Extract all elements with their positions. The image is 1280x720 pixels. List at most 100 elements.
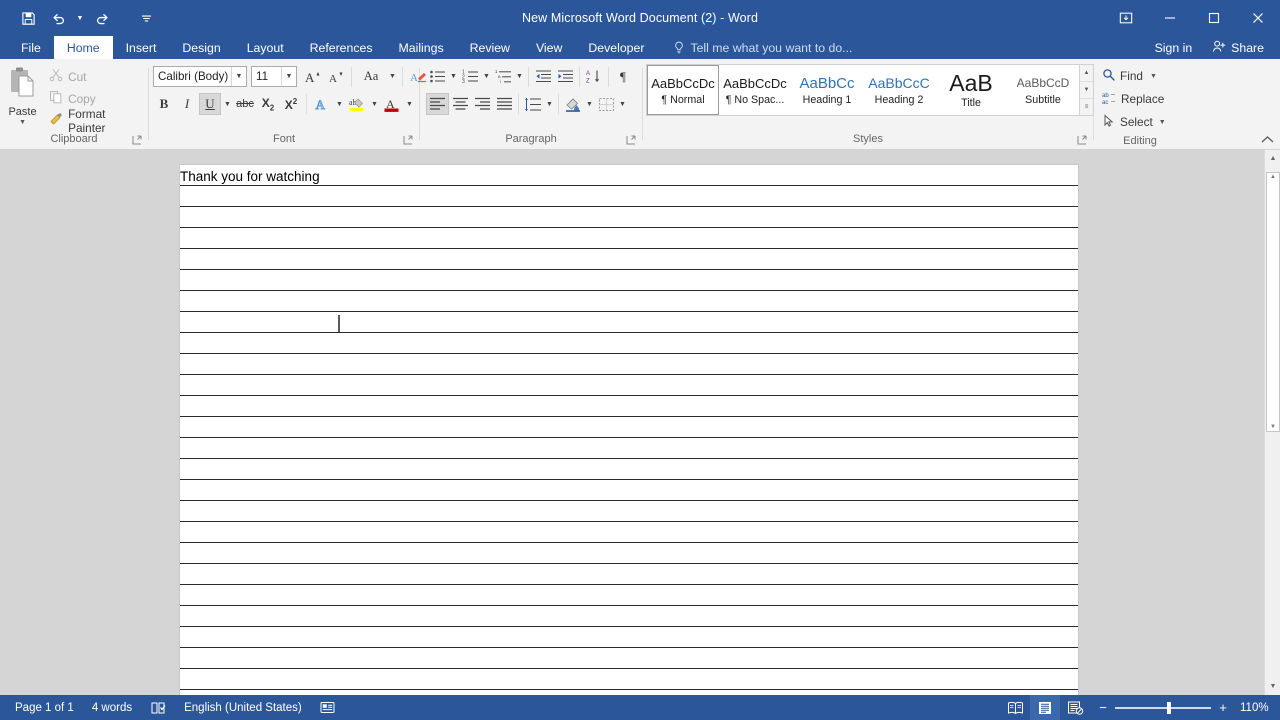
zoom-level-button[interactable]: 110% [1236,702,1272,714]
increase-indent-button[interactable] [554,66,576,88]
close-icon[interactable] [1236,0,1280,36]
bold-button[interactable]: B [153,93,175,115]
tab-mailings[interactable]: Mailings [386,36,457,59]
document-line[interactable] [180,585,1078,606]
tab-file[interactable]: File [8,36,54,59]
bullets-caret[interactable]: ▼ [448,66,459,88]
style-heading-1[interactable]: AaBbCc Heading 1 [791,65,863,115]
document-line[interactable] [180,543,1078,564]
shrink-font-button[interactable]: A [325,66,347,88]
sort-button[interactable]: AZ [583,66,605,88]
align-left-button[interactable] [426,93,449,115]
zoom-slider-thumb[interactable] [1167,701,1171,714]
document-line[interactable] [180,627,1078,648]
multilevel-list-caret[interactable]: ▼ [514,66,525,88]
document-line[interactable] [180,270,1078,291]
text-effects-caret[interactable]: ▼ [334,93,345,115]
font-name-caret[interactable]: ▼ [231,67,246,86]
page-indicator[interactable]: Page 1 of 1 [6,695,83,720]
cut-button[interactable]: Cut [45,66,148,87]
line-and-paragraph-spacing-button[interactable] [522,93,544,115]
font-size-combo[interactable]: 11 ▼ [251,66,297,87]
underline-caret[interactable]: ▼ [222,93,233,115]
decrease-indent-button[interactable] [532,66,554,88]
proofing-errors-icon[interactable] [141,695,175,720]
font-name-combo[interactable]: Calibri (Body) ▼ [153,66,247,87]
document-line[interactable] [180,480,1078,501]
styles-scroll-up-icon[interactable]: ▲ [1080,65,1093,82]
borders-caret[interactable]: ▼ [617,93,628,115]
format-painter-button[interactable]: Format Painter [45,107,148,135]
share-button[interactable]: Share [1204,36,1272,59]
document-line[interactable] [180,459,1078,480]
print-layout-icon[interactable] [1030,695,1060,720]
document-line[interactable] [180,333,1078,354]
redo-icon[interactable] [88,5,116,31]
tab-references[interactable]: References [297,36,386,59]
document-line[interactable] [180,249,1078,270]
numbering-caret[interactable]: ▼ [481,66,492,88]
style-title[interactable]: AaB Title [935,65,1007,115]
text-highlight-color-button[interactable]: ab [346,93,368,115]
grow-font-button[interactable]: A [302,66,324,88]
tab-design[interactable]: Design [169,36,233,59]
style-no-spacing[interactable]: AaBbCcDc ¶ No Spac... [719,65,791,115]
line-spacing-caret[interactable]: ▼ [544,93,555,115]
save-icon[interactable] [14,5,42,31]
tab-review[interactable]: Review [457,36,523,59]
font-color-caret[interactable]: ▼ [404,93,415,115]
find-caret[interactable]: ▼ [1150,73,1157,80]
style-subtitle[interactable]: AaBbCcD Subtitle [1007,65,1079,115]
style-heading-2[interactable]: AaBbCcC Heading 2 [863,65,935,115]
document-page[interactable]: Thank you for watching [180,165,1078,695]
minimize-icon[interactable] [1148,0,1192,36]
replace-button[interactable]: ab ac Replace [1099,88,1169,110]
styles-dialog-launcher[interactable] [1077,135,1089,147]
underline-button[interactable]: U [199,93,221,115]
bullets-button[interactable] [426,66,448,88]
document-line[interactable] [180,207,1078,228]
web-layout-icon[interactable] [1060,695,1090,720]
tab-view[interactable]: View [523,36,575,59]
document-line[interactable] [180,648,1078,669]
document-line[interactable] [180,522,1078,543]
styles-more-icon[interactable]: ≡ [1080,99,1093,115]
scroll-up-icon[interactable]: ▲ [1265,150,1280,167]
strikethrough-button[interactable]: abc [234,93,256,115]
document-line-with-caret[interactable] [180,312,1078,333]
chevron-up-icon[interactable] [1261,135,1274,147]
ribbon-options-icon[interactable] [1104,0,1148,36]
change-case-caret[interactable]: ▼ [387,66,398,88]
vertical-scrollbar[interactable]: ▲ ▲ ▼ ▼ [1264,150,1280,695]
document-line[interactable] [180,417,1078,438]
zoom-slider[interactable] [1115,701,1211,714]
document-line[interactable] [180,501,1078,522]
subscript-button[interactable]: X2 [257,93,279,115]
document-line[interactable] [180,291,1078,312]
document-canvas[interactable]: Thank you for watching ▲ ▲ ▼ ▼ [0,150,1280,695]
document-line[interactable] [180,228,1078,249]
change-case-button[interactable]: Aa [356,66,386,88]
document-line[interactable] [180,396,1078,417]
tab-home[interactable]: Home [53,36,113,59]
align-center-button[interactable] [449,93,471,115]
document-line[interactable] [180,354,1078,375]
document-line[interactable] [180,375,1078,396]
select-button[interactable]: Select ▼ [1099,111,1169,133]
clipboard-dialog-launcher[interactable] [132,135,144,147]
scroll-down-icon[interactable]: ▼ [1265,678,1280,695]
paragraph-dialog-launcher[interactable] [626,135,638,147]
text-highlight-color-caret[interactable]: ▼ [369,93,380,115]
undo-dropdown-caret[interactable]: ▼ [74,5,86,31]
align-right-button[interactable] [471,93,493,115]
document-line[interactable]: Thank you for watching [180,165,1078,186]
font-color-button[interactable]: A [381,93,403,115]
document-line[interactable] [180,186,1078,207]
restore-icon[interactable] [1192,0,1236,36]
document-line[interactable] [180,438,1078,459]
font-dialog-launcher[interactable] [403,135,415,147]
numbering-button[interactable]: 123 [459,66,481,88]
shading-caret[interactable]: ▼ [584,93,595,115]
tab-developer[interactable]: Developer [575,36,657,59]
style-normal[interactable]: AaBbCcDc ¶ Normal [647,65,719,115]
